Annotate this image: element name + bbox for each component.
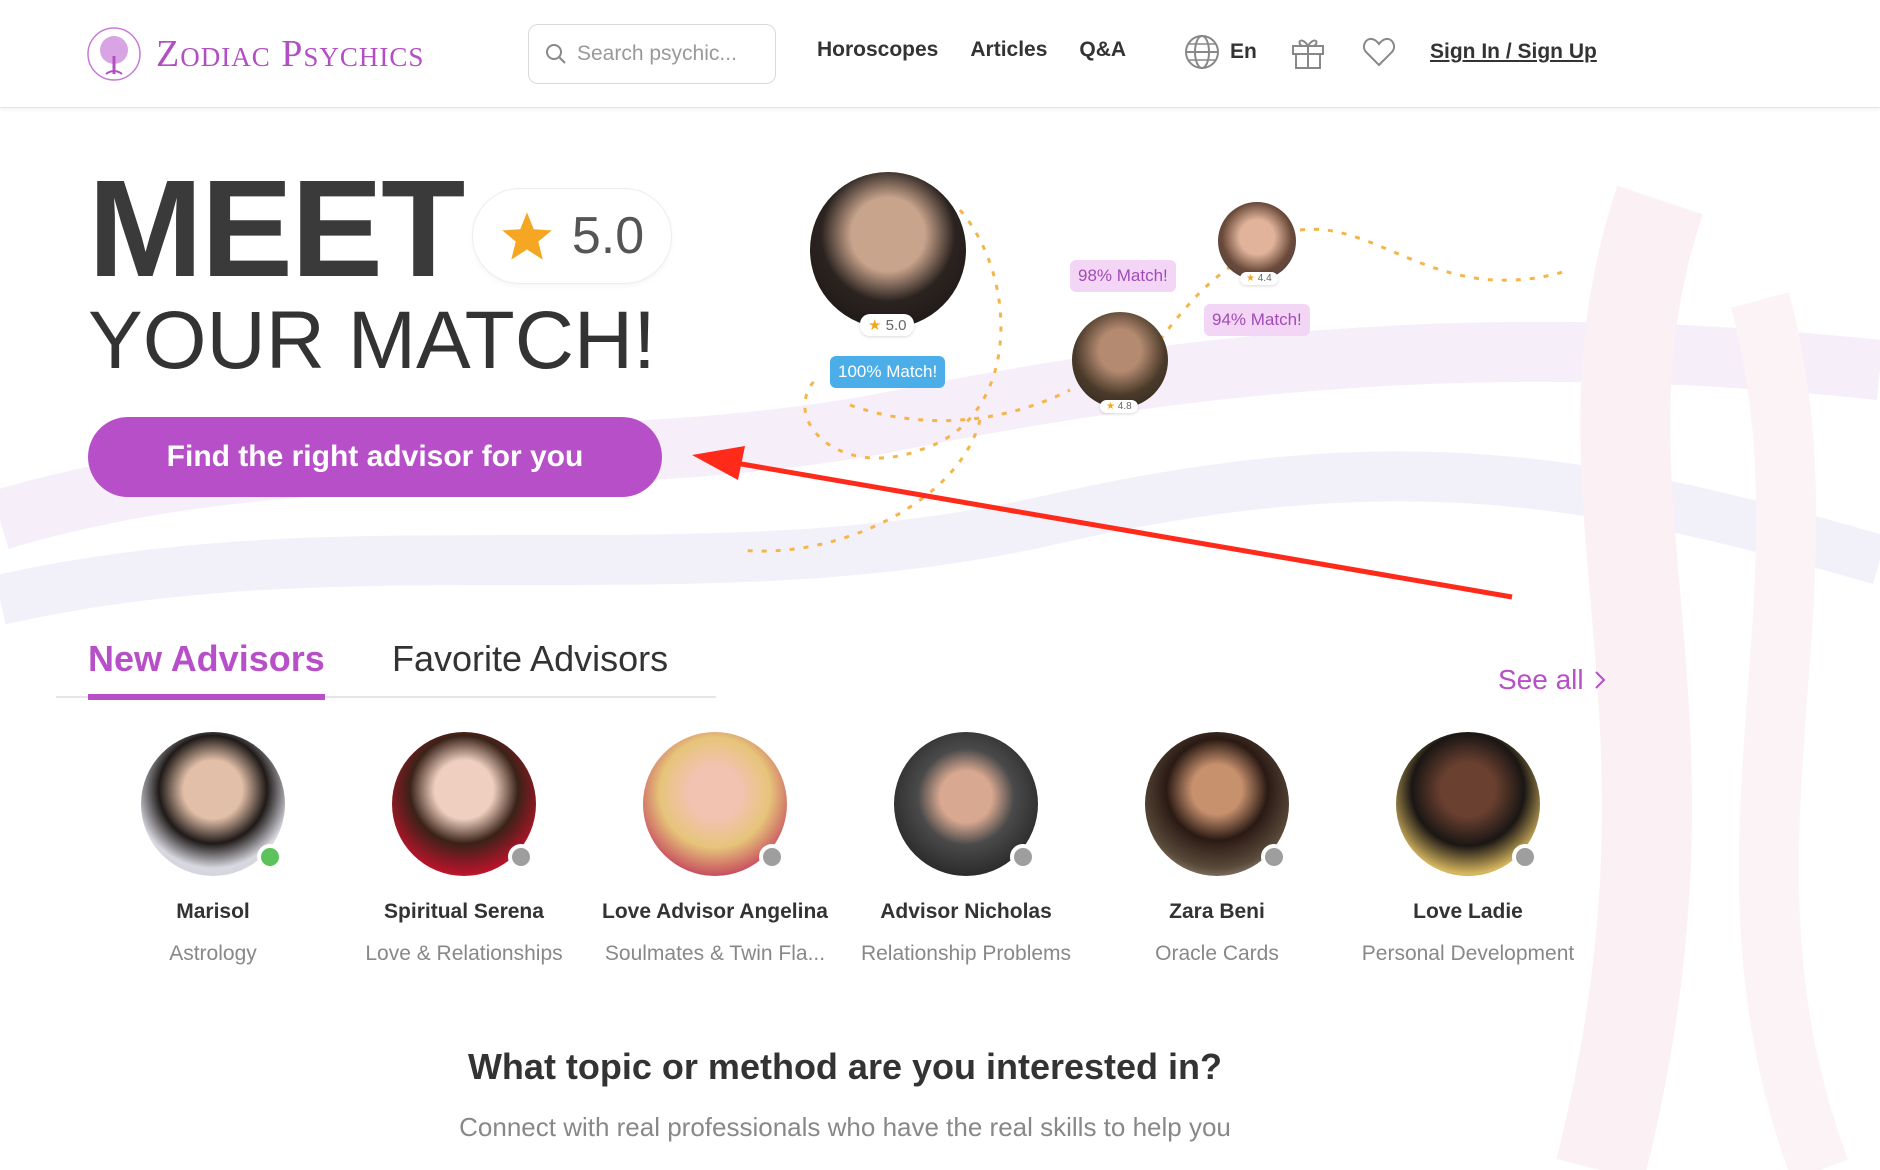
advisor-photo [643, 732, 787, 876]
match-visual: ★ 5.0 100% Match! 98% Match! ★ 4.8 ★ 4.4… [720, 160, 1600, 560]
rating-pill: 5.0 [472, 188, 672, 284]
advisor-photo [1396, 732, 1540, 876]
star-icon: ★ [868, 317, 882, 334]
match-badge-100: 100% Match! [830, 356, 946, 388]
chevron-right-icon [1594, 671, 1606, 689]
advisor-category: Soulmates & Twin Fla... [604, 942, 826, 965]
status-dot-offline [1261, 844, 1287, 870]
advisor-name: Marisol [176, 900, 250, 923]
logo-text: Zodiac Psychics [156, 33, 425, 75]
status-dot-offline [1010, 844, 1036, 870]
search-icon [546, 44, 566, 64]
star-icon [502, 212, 552, 260]
nav-articles[interactable]: Articles [970, 38, 1047, 62]
sign-in-link[interactable]: Sign In / Sign Up [1430, 40, 1597, 64]
globe-icon [1185, 35, 1219, 69]
hero-subtitle: YOUR MATCH! [88, 295, 656, 386]
nav-qa[interactable]: Q&A [1079, 38, 1126, 62]
advisor-card[interactable]: Zara Beni Oracle Cards [1092, 732, 1342, 966]
star-icon: ★ [1246, 273, 1255, 284]
hero-title: MEET [88, 152, 465, 306]
match-badge-98: 98% Match! [1070, 260, 1176, 292]
match-avatar-second[interactable] [1072, 312, 1168, 408]
advisor-card[interactable]: Spiritual Serena Love & Relationships [339, 732, 589, 966]
advisor-name: Love Ladie [1413, 900, 1523, 923]
match-badge-94: 94% Match! [1204, 304, 1310, 336]
advisor-category: Astrology [169, 942, 257, 965]
advisor-photo [392, 732, 536, 876]
advisor-card[interactable]: Marisol Astrology [88, 732, 338, 966]
match-avatar-third[interactable] [1218, 202, 1296, 280]
nav-horoscopes[interactable]: Horoscopes [817, 38, 938, 62]
main-rating-chip: ★ 5.0 [860, 314, 915, 336]
advisor-name: Spiritual Serena [384, 900, 544, 923]
small-rating-chip-b: ★ 4.8 [1100, 400, 1138, 413]
main-nav: Horoscopes Articles Q&A [817, 38, 1126, 62]
see-all-label: See all [1498, 664, 1584, 695]
topics-heading: What topic or method are you interested … [467, 1046, 1223, 1087]
advisor-photo [141, 732, 285, 876]
advisor-name: Advisor Nicholas [880, 900, 1052, 923]
status-dot-offline [1512, 844, 1538, 870]
heart-icon[interactable] [1362, 36, 1396, 68]
advisor-tabs: New Advisors Favorite Advisors [56, 630, 716, 700]
advisor-photo [894, 732, 1038, 876]
small-rating-chip-a: ★ 4.4 [1240, 272, 1278, 285]
rating-value: 5.0 [571, 207, 645, 265]
tree-logo-icon [87, 27, 141, 81]
gift-icon[interactable] [1290, 34, 1326, 70]
advisor-card[interactable]: Love Advisor Angelina Soulmates & Twin F… [590, 732, 840, 966]
advisor-card[interactable]: Love Ladie Personal Development [1343, 732, 1593, 966]
language-selector[interactable]: En [1184, 34, 1257, 70]
advisor-list: Marisol Astrology Spiritual Serena Love … [88, 732, 1648, 972]
advisor-name: Zara Beni [1169, 900, 1265, 923]
advisor-category: Personal Development [1361, 942, 1575, 965]
status-dot-offline [508, 844, 534, 870]
search-box[interactable] [528, 24, 776, 84]
advisor-category: Love & Relationships [365, 942, 563, 965]
tab-favorite-advisors[interactable]: Favorite Advisors [392, 638, 668, 680]
advisor-name: Love Advisor Angelina [602, 900, 828, 923]
topics-subtitle: Connect with real professionals who have… [459, 1112, 1231, 1142]
tab-new-advisors[interactable]: New Advisors [88, 638, 325, 700]
star-icon: ★ [1106, 401, 1115, 412]
site-header: Zodiac Psychics Horoscopes Articles Q&A … [0, 0, 1880, 108]
advisor-card[interactable]: Advisor Nicholas Relationship Problems [841, 732, 1091, 966]
see-all-link[interactable]: See all [1498, 664, 1606, 696]
status-dot-online [257, 844, 283, 870]
advisor-category: Relationship Problems [860, 942, 1072, 965]
search-input[interactable] [577, 42, 747, 66]
find-advisor-button[interactable]: Find the right advisor for you [88, 417, 662, 497]
language-label: En [1230, 40, 1257, 63]
logo[interactable]: Zodiac Psychics [86, 26, 424, 82]
match-avatar-main[interactable] [810, 172, 966, 328]
advisor-photo [1145, 732, 1289, 876]
advisor-category: Oracle Cards [1155, 942, 1279, 965]
status-dot-offline [759, 844, 785, 870]
